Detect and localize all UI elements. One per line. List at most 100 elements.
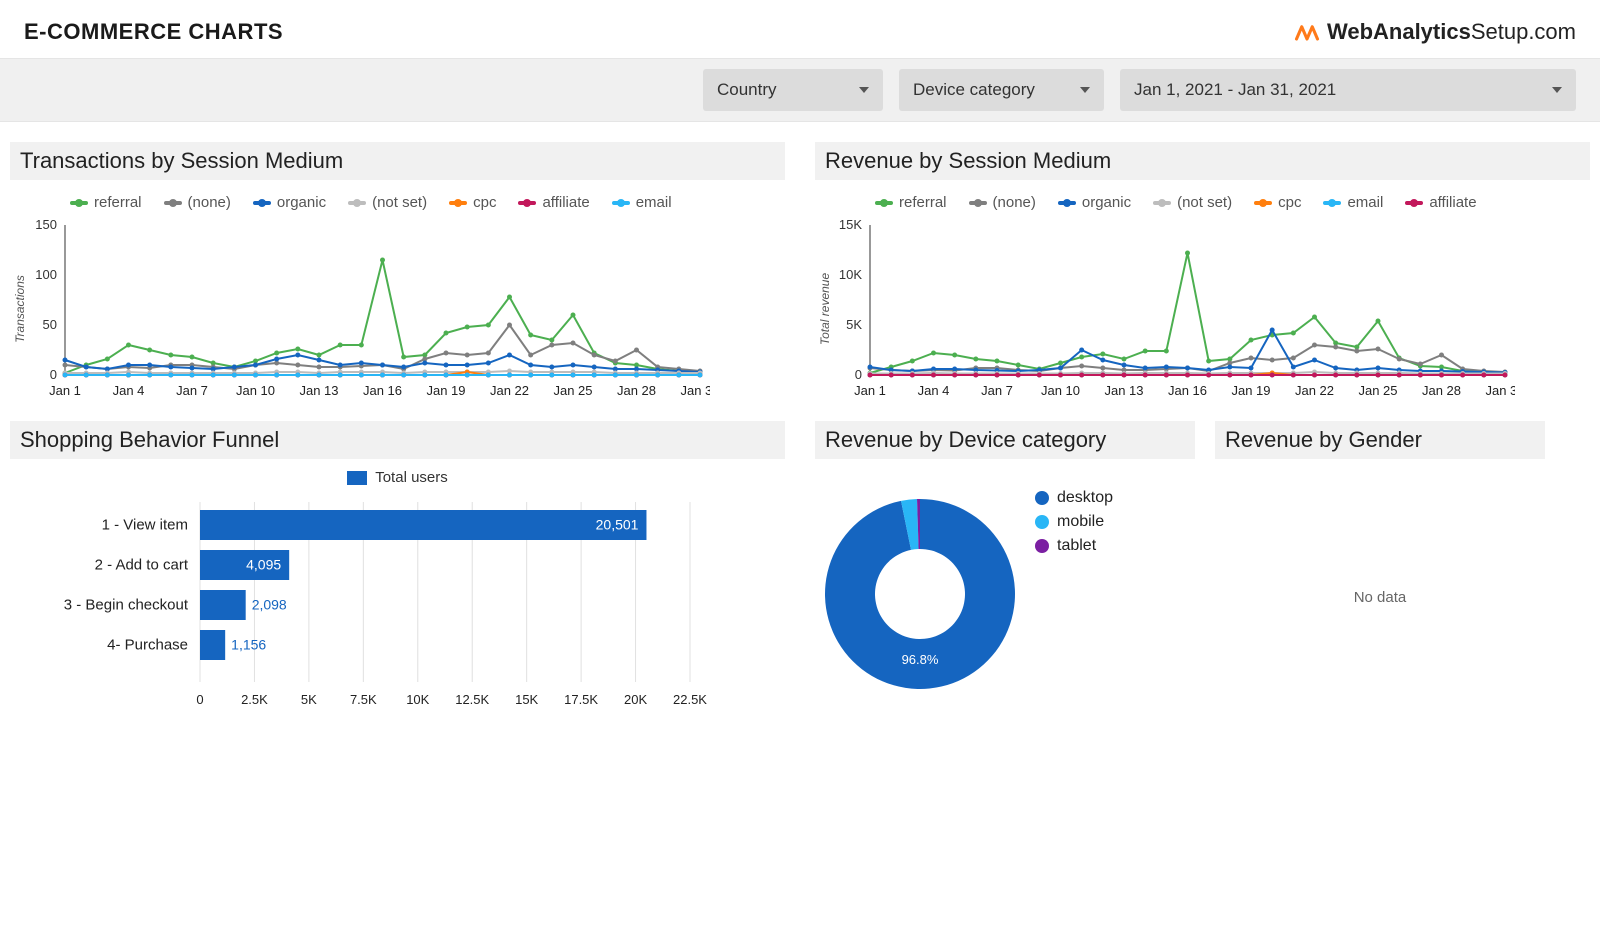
svg-text:96.8%: 96.8% [902, 652, 939, 667]
device-category-dropdown-label: Device category [913, 80, 1035, 100]
legend-item: (none) [969, 194, 1036, 211]
svg-text:7.5K: 7.5K [350, 692, 377, 707]
svg-text:5K: 5K [846, 317, 862, 332]
legend-item: email [1323, 194, 1383, 211]
legend-item: organic [1058, 194, 1131, 211]
svg-text:1,156: 1,156 [231, 637, 266, 653]
svg-text:0: 0 [196, 692, 203, 707]
svg-text:50: 50 [43, 317, 57, 332]
gender-title: Revenue by Gender [1215, 421, 1545, 459]
funnel-title: Shopping Behavior Funnel [10, 421, 785, 459]
date-range-dropdown[interactable]: Jan 1, 2021 - Jan 31, 2021 [1120, 69, 1576, 111]
legend-item: cpc [449, 194, 496, 211]
date-range-dropdown-label: Jan 1, 2021 - Jan 31, 2021 [1134, 80, 1336, 100]
device-panel: Revenue by Device category 96.8% desktop… [815, 421, 1195, 712]
revenue-chart: 0 5K 10K 15K Total revenue Jan 1 Jan 4 Jan 7 Jan… [815, 219, 1590, 399]
chevron-down-icon [859, 87, 869, 93]
pie-legend-item: mobile [1035, 513, 1113, 531]
svg-text:Jan 22: Jan 22 [1295, 383, 1334, 398]
gender-nodata: No data [1215, 469, 1545, 606]
legend-item: (not set) [1153, 194, 1232, 211]
chevron-down-icon [1080, 87, 1090, 93]
revenue-legend: referral (none) organic (not set) cpc email af… [815, 190, 1590, 219]
transactions-title: Transactions by Session Medium [10, 142, 785, 180]
svg-text:10K: 10K [839, 267, 862, 282]
gender-panel: Revenue by Gender No data [1215, 421, 1545, 712]
svg-text:15K: 15K [515, 692, 538, 707]
svg-text:17.5K: 17.5K [564, 692, 598, 707]
legend-item: (not set) [348, 194, 427, 211]
header: E-COMMERCE CHARTS WebAnalyticsSetup.com [0, 0, 1600, 58]
svg-text:3 - Begin checkout: 3 - Begin checkout [64, 597, 189, 614]
svg-text:Jan 31: Jan 31 [1485, 383, 1515, 398]
revenue-title: Revenue by Session Medium [815, 142, 1590, 180]
funnel-legend-label: Total users [375, 469, 448, 486]
svg-text:Jan 7: Jan 7 [176, 383, 208, 398]
svg-text:15K: 15K [839, 219, 862, 232]
svg-text:Jan 31: Jan 31 [680, 383, 710, 398]
svg-text:Jan 16: Jan 16 [363, 383, 402, 398]
svg-text:Jan 28: Jan 28 [617, 383, 656, 398]
brand-text-1: WebAnalytics [1327, 19, 1471, 44]
chevron-down-icon [1552, 87, 1562, 93]
svg-text:12.5K: 12.5K [455, 692, 489, 707]
svg-text:Jan 4: Jan 4 [918, 383, 950, 398]
svg-text:5K: 5K [301, 692, 317, 707]
svg-text:Transactions: Transactions [13, 275, 27, 343]
legend-item: (none) [164, 194, 231, 211]
svg-text:Jan 10: Jan 10 [236, 383, 275, 398]
svg-text:22.5K: 22.5K [673, 692, 707, 707]
svg-text:1 - View item: 1 - View item [102, 517, 188, 534]
svg-text:Jan 13: Jan 13 [299, 383, 338, 398]
svg-text:Jan 22: Jan 22 [490, 383, 529, 398]
device-category-dropdown[interactable]: Device category [899, 69, 1104, 111]
svg-text:20,501: 20,501 [596, 517, 639, 533]
legend-item: organic [253, 194, 326, 211]
legend-item: affiliate [518, 194, 589, 211]
svg-text:2,098: 2,098 [252, 597, 287, 613]
svg-text:4,095: 4,095 [246, 557, 281, 573]
svg-text:0: 0 [855, 367, 862, 382]
svg-text:Jan 19: Jan 19 [426, 383, 465, 398]
legend-item: affiliate [1405, 194, 1476, 211]
svg-text:Jan 16: Jan 16 [1168, 383, 1207, 398]
svg-text:Jan 4: Jan 4 [113, 383, 145, 398]
revenue-panel: Revenue by Session Medium referral (none)… [815, 142, 1590, 399]
brand-icon [1293, 18, 1321, 46]
svg-text:Jan 7: Jan 7 [981, 383, 1013, 398]
brand-text-2: Setup.com [1471, 19, 1576, 44]
funnel-panel: Shopping Behavior Funnel Total users 0 2.… [10, 421, 785, 712]
svg-text:0: 0 [50, 367, 57, 382]
transactions-panel: Transactions by Session Medium referral (… [10, 142, 785, 399]
svg-text:4- Purchase: 4- Purchase [107, 637, 188, 654]
country-dropdown-label: Country [717, 80, 777, 100]
device-title: Revenue by Device category [815, 421, 1195, 459]
transactions-legend: referral (none) organic (not set) cpc affilia… [10, 190, 785, 219]
legend-item: cpc [1254, 194, 1301, 211]
funnel-chart: 02.5K5K7.5K10K12.5K15K17.5K20K22.5K1 - V… [10, 492, 710, 712]
device-pie-chart: 96.8% [815, 489, 1025, 699]
funnel-legend: Total users [10, 469, 785, 486]
legend-item: referral [875, 194, 947, 211]
svg-text:Jan 1: Jan 1 [854, 383, 886, 398]
legend-item: referral [70, 194, 142, 211]
svg-text:Jan 10: Jan 10 [1041, 383, 1080, 398]
filter-bar: Country Device category Jan 1, 2021 - Ja… [0, 58, 1600, 122]
svg-text:Jan 25: Jan 25 [1358, 383, 1397, 398]
svg-text:Jan 19: Jan 19 [1231, 383, 1270, 398]
svg-text:Jan 28: Jan 28 [1422, 383, 1461, 398]
funnel-legend-swatch [347, 471, 367, 485]
page-title: E-COMMERCE CHARTS [24, 19, 283, 45]
country-dropdown[interactable]: Country [703, 69, 883, 111]
svg-text:Jan 25: Jan 25 [553, 383, 592, 398]
svg-text:10K: 10K [406, 692, 429, 707]
svg-text:2.5K: 2.5K [241, 692, 268, 707]
device-pie-legend: desktop mobile tablet [1035, 489, 1113, 561]
svg-text:Jan 13: Jan 13 [1104, 383, 1143, 398]
transactions-chart: 050100150TransactionsJan 1Jan 4Jan 7Jan … [10, 219, 785, 399]
svg-text:Total revenue: Total revenue [818, 273, 832, 346]
pie-legend-item: desktop [1035, 489, 1113, 507]
pie-legend-item: tablet [1035, 537, 1113, 555]
legend-item: email [612, 194, 672, 211]
svg-text:150: 150 [35, 219, 57, 232]
